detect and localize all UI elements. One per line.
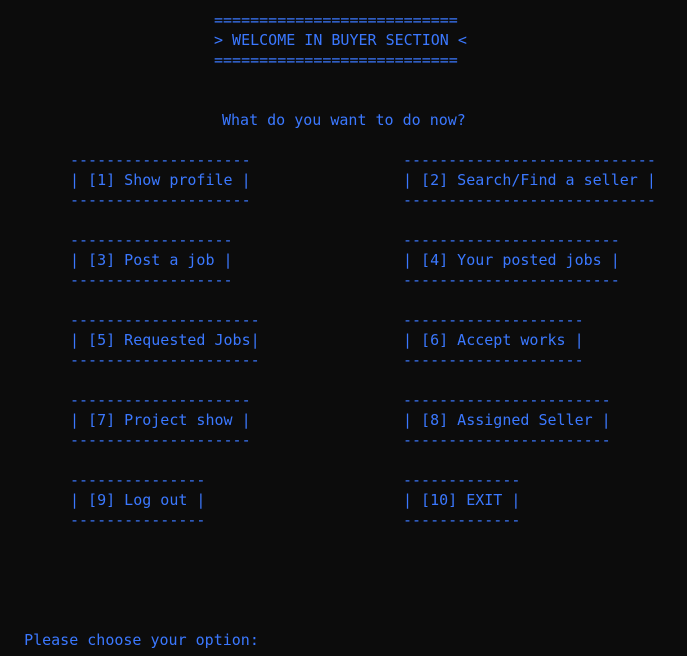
- option-rule-top: ---------------------: [70, 311, 260, 329]
- option-label: | [10] EXIT |: [403, 491, 521, 509]
- prompt-text: Please choose your option:: [24, 631, 259, 649]
- option-rule-top: ------------------------: [403, 231, 620, 249]
- header-rule-bottom: ===========================: [214, 51, 458, 69]
- option-label: | [5] Requested Jobs|: [70, 331, 260, 349]
- option-rule-top: --------------------: [403, 311, 584, 329]
- option-label: | [6] Accept works |: [403, 331, 584, 349]
- option-rule-top: -----------------------: [403, 391, 611, 409]
- option-label: | [7] Project show |: [70, 411, 251, 429]
- option-label: | [4] Your posted jobs |: [403, 251, 620, 269]
- option-rule-top: --------------------: [70, 151, 251, 169]
- option-label: | [2] Search/Find a seller |: [403, 171, 656, 189]
- option-rule-bottom: ---------------: [70, 511, 206, 529]
- option-rule-top: --------------------: [70, 391, 251, 409]
- option-rule-bottom: --------------------: [70, 191, 251, 209]
- option-label: | [9] Log out |: [70, 491, 206, 509]
- header-title: > WELCOME IN BUYER SECTION <: [214, 31, 467, 49]
- header-rule-top: ===========================: [214, 11, 458, 29]
- option-rule-bottom: ------------------: [70, 271, 233, 289]
- option-rule-top: -------------: [403, 471, 521, 489]
- option-rule-top: ----------------------------: [403, 151, 656, 169]
- option-rule-bottom: -----------------------: [403, 431, 611, 449]
- option-rule-bottom: ---------------------: [70, 351, 260, 369]
- option-rule-bottom: --------------------: [70, 431, 251, 449]
- option-label: | [3] Post a job |: [70, 251, 233, 269]
- option-label: | [1] Show profile |: [70, 171, 251, 189]
- input-prompt[interactable]: Please choose your option:: [6, 610, 260, 650]
- option-rule-bottom: -------------: [403, 511, 521, 529]
- question-text: What do you want to do now?: [222, 111, 466, 129]
- option-rule-bottom: --------------------: [403, 351, 584, 369]
- option-rule-top: ---------------: [70, 471, 206, 489]
- option-rule-bottom: ------------------------: [403, 271, 620, 289]
- option-label: | [8] Assigned Seller |: [403, 411, 611, 429]
- option-rule-bottom: ----------------------------: [403, 191, 656, 209]
- text-cursor: [259, 633, 260, 649]
- option-rule-top: ------------------: [70, 231, 233, 249]
